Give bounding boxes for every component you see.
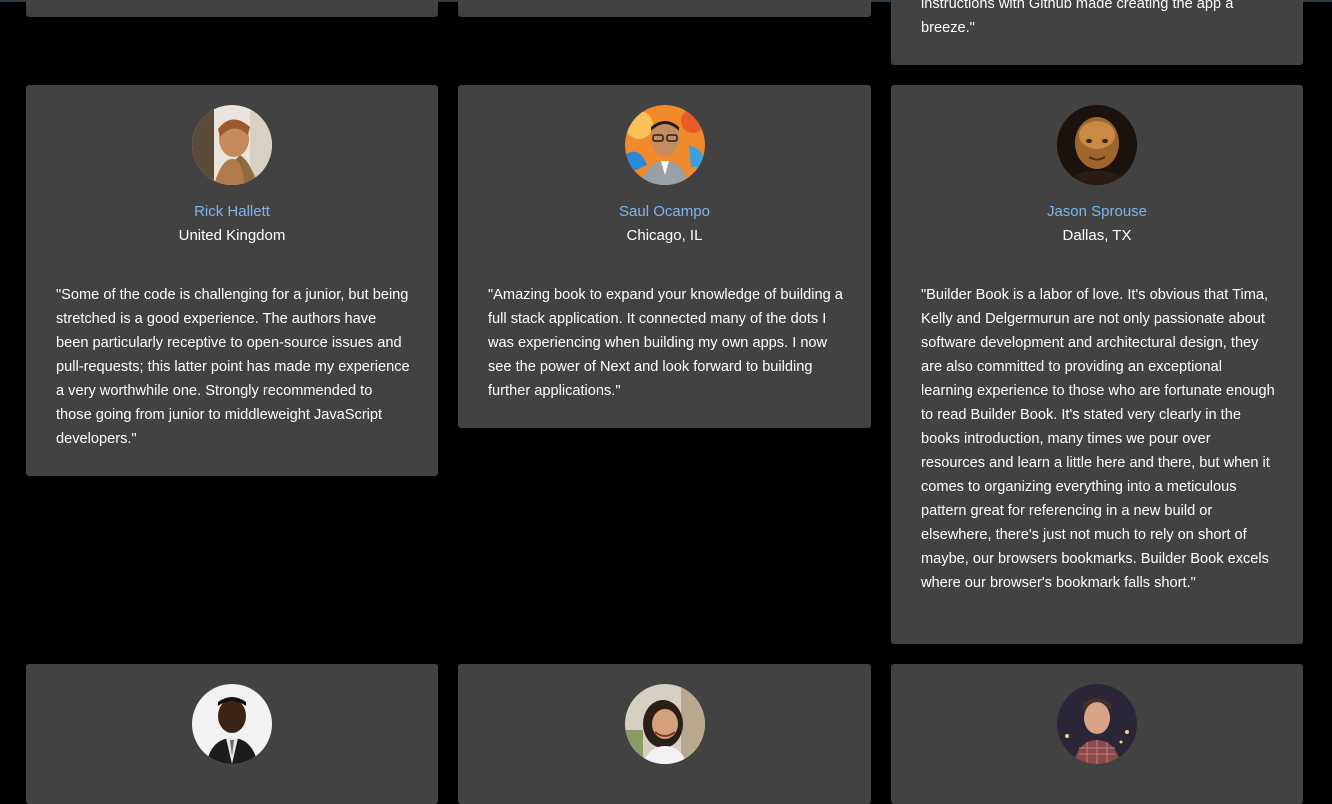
- testimonial-name: Rick Hallett: [194, 203, 270, 220]
- testimonial-card: [458, 0, 871, 17]
- person-photo-icon: [1057, 684, 1137, 764]
- testimonial-card: [458, 664, 871, 804]
- person-photo-icon: [192, 684, 272, 764]
- testimonial-quote: "Builder Book is a labor of love. It's o…: [921, 287, 1275, 591]
- testimonial-location: Chicago, IL: [626, 227, 703, 244]
- testimonial-location: United Kingdom: [178, 227, 286, 244]
- testimonial-card: Rick Hallett United Kingdom "Some of the…: [26, 85, 438, 476]
- avatar: [1057, 105, 1137, 185]
- avatar: [192, 684, 272, 764]
- testimonial-location: Dallas, TX: [1062, 227, 1132, 244]
- testimonial-card: instructions with Github made creating t…: [891, 0, 1303, 65]
- testimonial-name: Jason Sprouse: [1046, 203, 1148, 220]
- avatar: [624, 105, 705, 185]
- testimonial-quote: "Some of the code is challenging for a j…: [56, 287, 410, 447]
- avatar: [1057, 684, 1137, 764]
- testimonial-name: Saul Ocampo: [619, 203, 710, 220]
- testimonial-quote: instructions with Github made creating t…: [921, 0, 1234, 36]
- person-photo-icon: [624, 105, 705, 185]
- testimonial-quote: "Amazing book to expand your knowledge o…: [488, 287, 843, 399]
- avatar: [624, 684, 705, 764]
- testimonial-card: [26, 664, 438, 804]
- person-photo-icon: [192, 105, 272, 185]
- person-photo-icon: [624, 684, 705, 764]
- person-photo-icon: [1057, 105, 1137, 185]
- testimonial-card: Saul Ocampo Chicago, IL "Amazing book to…: [458, 85, 871, 428]
- testimonial-card: [891, 664, 1303, 804]
- avatar: [192, 105, 272, 185]
- testimonial-card: Jason Sprouse Dallas, TX "Builder Book i…: [891, 85, 1303, 644]
- testimonial-card: [26, 0, 438, 17]
